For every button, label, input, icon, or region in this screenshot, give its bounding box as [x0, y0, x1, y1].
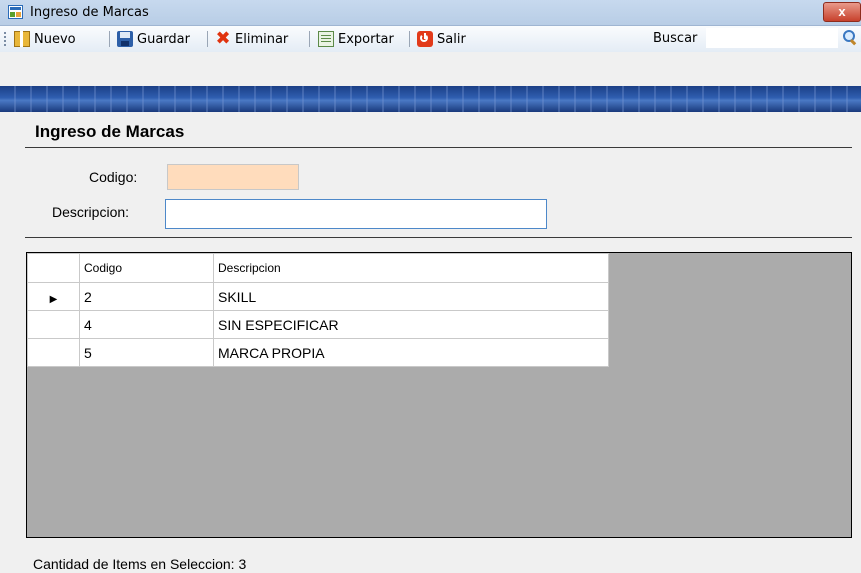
descripcion-field[interactable]	[165, 199, 547, 229]
toolbar-separator	[207, 31, 208, 47]
new-icon	[14, 31, 30, 47]
salir-button[interactable]: Salir	[417, 29, 466, 49]
power-icon	[417, 31, 433, 47]
salir-label: Salir	[437, 31, 466, 47]
eliminar-label: Eliminar	[235, 31, 289, 47]
nuevo-label: Nuevo	[34, 31, 76, 47]
data-grid-table: Codigo Descripcion ▶ 2 SKILL 4 SIN ESPEC…	[27, 253, 609, 367]
column-header-codigo[interactable]: Codigo	[79, 253, 214, 283]
toolbar-separator	[109, 31, 110, 47]
search-icon[interactable]	[843, 30, 857, 44]
table-row[interactable]: 4 SIN ESPECIFICAR	[27, 310, 609, 339]
codigo-field[interactable]	[167, 164, 299, 190]
table-row[interactable]: ▶ 2 SKILL	[27, 282, 609, 311]
table-cell-codigo[interactable]: 4	[79, 310, 214, 339]
divider	[25, 147, 852, 148]
row-header[interactable]	[27, 338, 80, 367]
table-cell-codigo[interactable]: 2	[79, 282, 214, 311]
excel-export-icon	[318, 31, 334, 47]
table-cell-codigo[interactable]: 5	[79, 338, 214, 367]
table-cell-descripcion[interactable]: MARCA PROPIA	[213, 338, 609, 367]
table-cell-descripcion[interactable]: SKILL	[213, 282, 609, 311]
window-title: Ingreso de Marcas	[30, 5, 149, 20]
toolbar-separator	[409, 31, 410, 47]
row-header[interactable]	[27, 310, 80, 339]
guardar-button[interactable]: Guardar	[117, 29, 190, 49]
form-icon	[8, 5, 23, 19]
exportar-label: Exportar	[338, 31, 394, 47]
close-button[interactable]: x	[823, 2, 861, 22]
codigo-label: Codigo:	[89, 169, 138, 185]
search-label: Buscar	[653, 31, 698, 46]
title-bar: Ingreso de Marcas x	[0, 0, 861, 26]
descripcion-label: Descripcion:	[52, 204, 130, 220]
row-header[interactable]: ▶	[27, 282, 80, 311]
toolbar-grip[interactable]	[4, 32, 6, 46]
toolbar-separator	[309, 31, 310, 47]
page-title: Ingreso de Marcas	[35, 122, 185, 141]
table-cell-descripcion[interactable]: SIN ESPECIFICAR	[213, 310, 609, 339]
data-grid[interactable]: Codigo Descripcion ▶ 2 SKILL 4 SIN ESPEC…	[26, 252, 852, 538]
table-row[interactable]: 5 MARCA PROPIA	[27, 338, 609, 367]
item-count-status: Cantidad de Items en Seleccion: 3	[33, 556, 247, 572]
nuevo-button[interactable]: Nuevo	[14, 29, 76, 49]
delete-icon: ✖	[215, 28, 231, 49]
eliminar-button[interactable]: ✖ Eliminar	[215, 29, 288, 49]
save-icon	[117, 31, 133, 47]
column-header-descripcion[interactable]: Descripcion	[213, 253, 609, 283]
exportar-button[interactable]: Exportar	[318, 29, 394, 49]
grid-header-row: Codigo Descripcion	[27, 253, 609, 283]
guardar-label: Guardar	[137, 31, 190, 47]
divider	[25, 237, 852, 238]
row-header-corner[interactable]	[27, 253, 80, 283]
header-banner	[0, 86, 861, 112]
search-input[interactable]	[706, 28, 838, 48]
current-row-arrow-icon: ▶	[49, 293, 58, 305]
